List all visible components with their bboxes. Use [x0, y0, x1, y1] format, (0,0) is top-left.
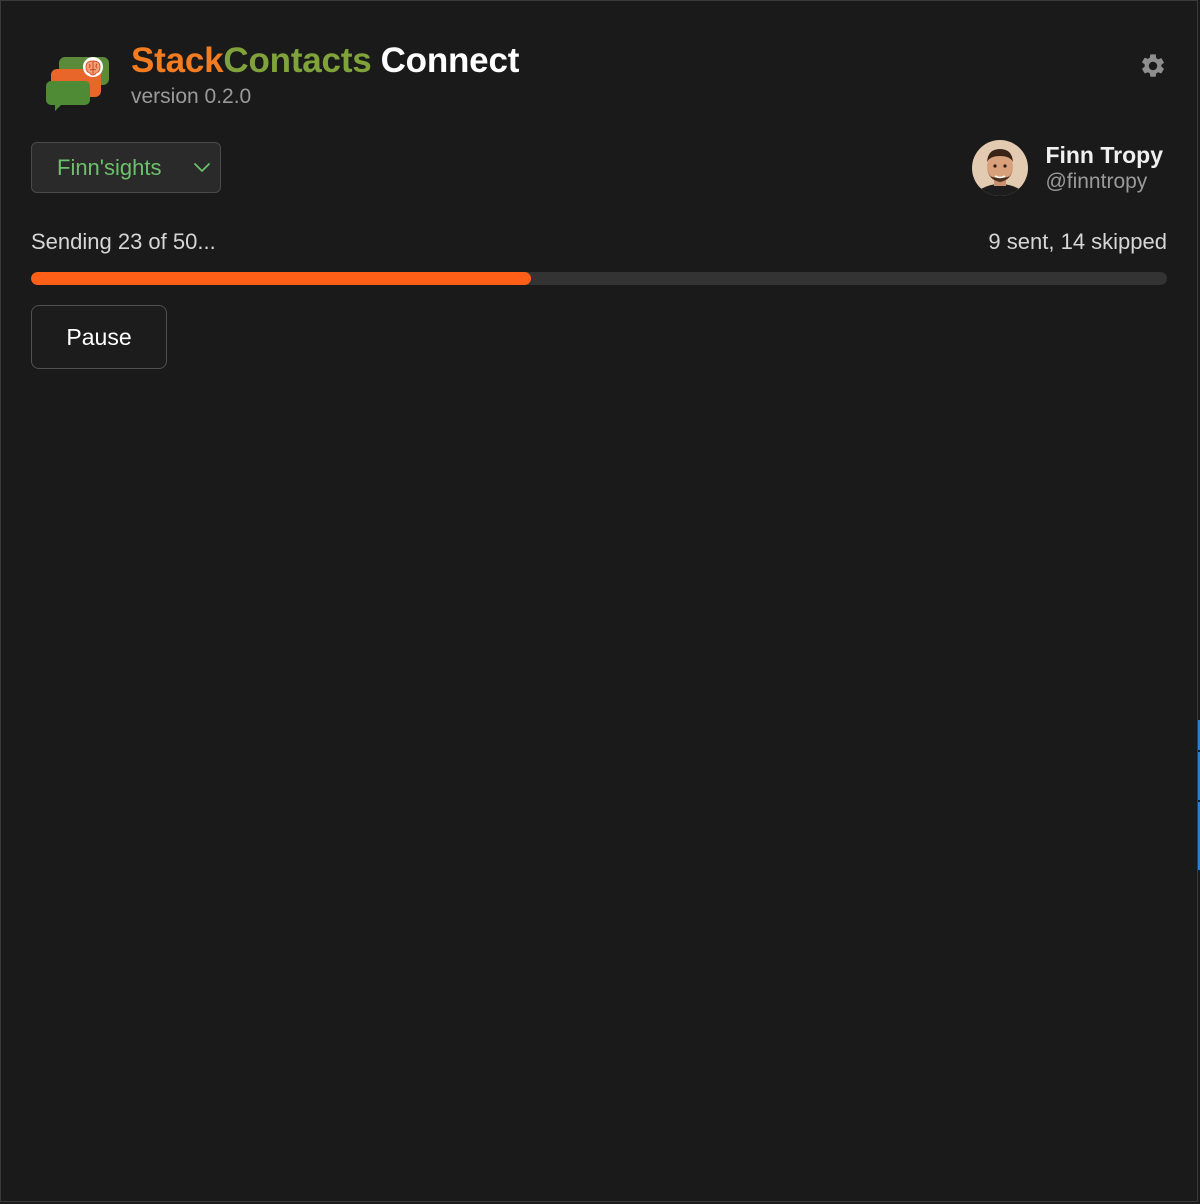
workspace-select-value: Finn'sights [57, 154, 162, 180]
user-handle: @finntropy [1045, 170, 1148, 193]
user-name: Finn Tropy [1045, 142, 1163, 168]
app-title-connect: Connect [380, 41, 520, 80]
gear-icon[interactable] [1139, 52, 1167, 80]
extension-panel: StackContacts Connect version 0.2.0 Finn'… [0, 0, 1198, 1202]
app-title-contacts: Contacts [223, 41, 372, 80]
progress-bar [31, 272, 1167, 285]
send-summary: 9 sent, 14 skipped [988, 229, 1167, 254]
workspace-select[interactable]: Finn'sights [31, 142, 221, 193]
title-block: StackContacts Connect version 0.2.0 [131, 41, 519, 109]
progress-bar-fill [31, 272, 531, 285]
chevron-down-icon [194, 163, 210, 172]
app-title: StackContacts Connect [131, 41, 519, 81]
status-row: Sending 23 of 50... 9 sent, 14 skipped [31, 229, 1167, 259]
logo-icon [46, 57, 109, 111]
sending-status: Sending 23 of 50... [31, 229, 216, 254]
user-account: Finn Tropy @finntropy [972, 139, 1163, 197]
user-text: Finn Tropy @finntropy [1045, 141, 1163, 195]
version-label: version 0.2.0 [131, 85, 252, 108]
app-title-stack: Stack [131, 41, 224, 80]
pause-button[interactable]: Pause [31, 305, 167, 369]
header: StackContacts Connect version 0.2.0 [45, 41, 1165, 121]
avatar [972, 140, 1029, 196]
